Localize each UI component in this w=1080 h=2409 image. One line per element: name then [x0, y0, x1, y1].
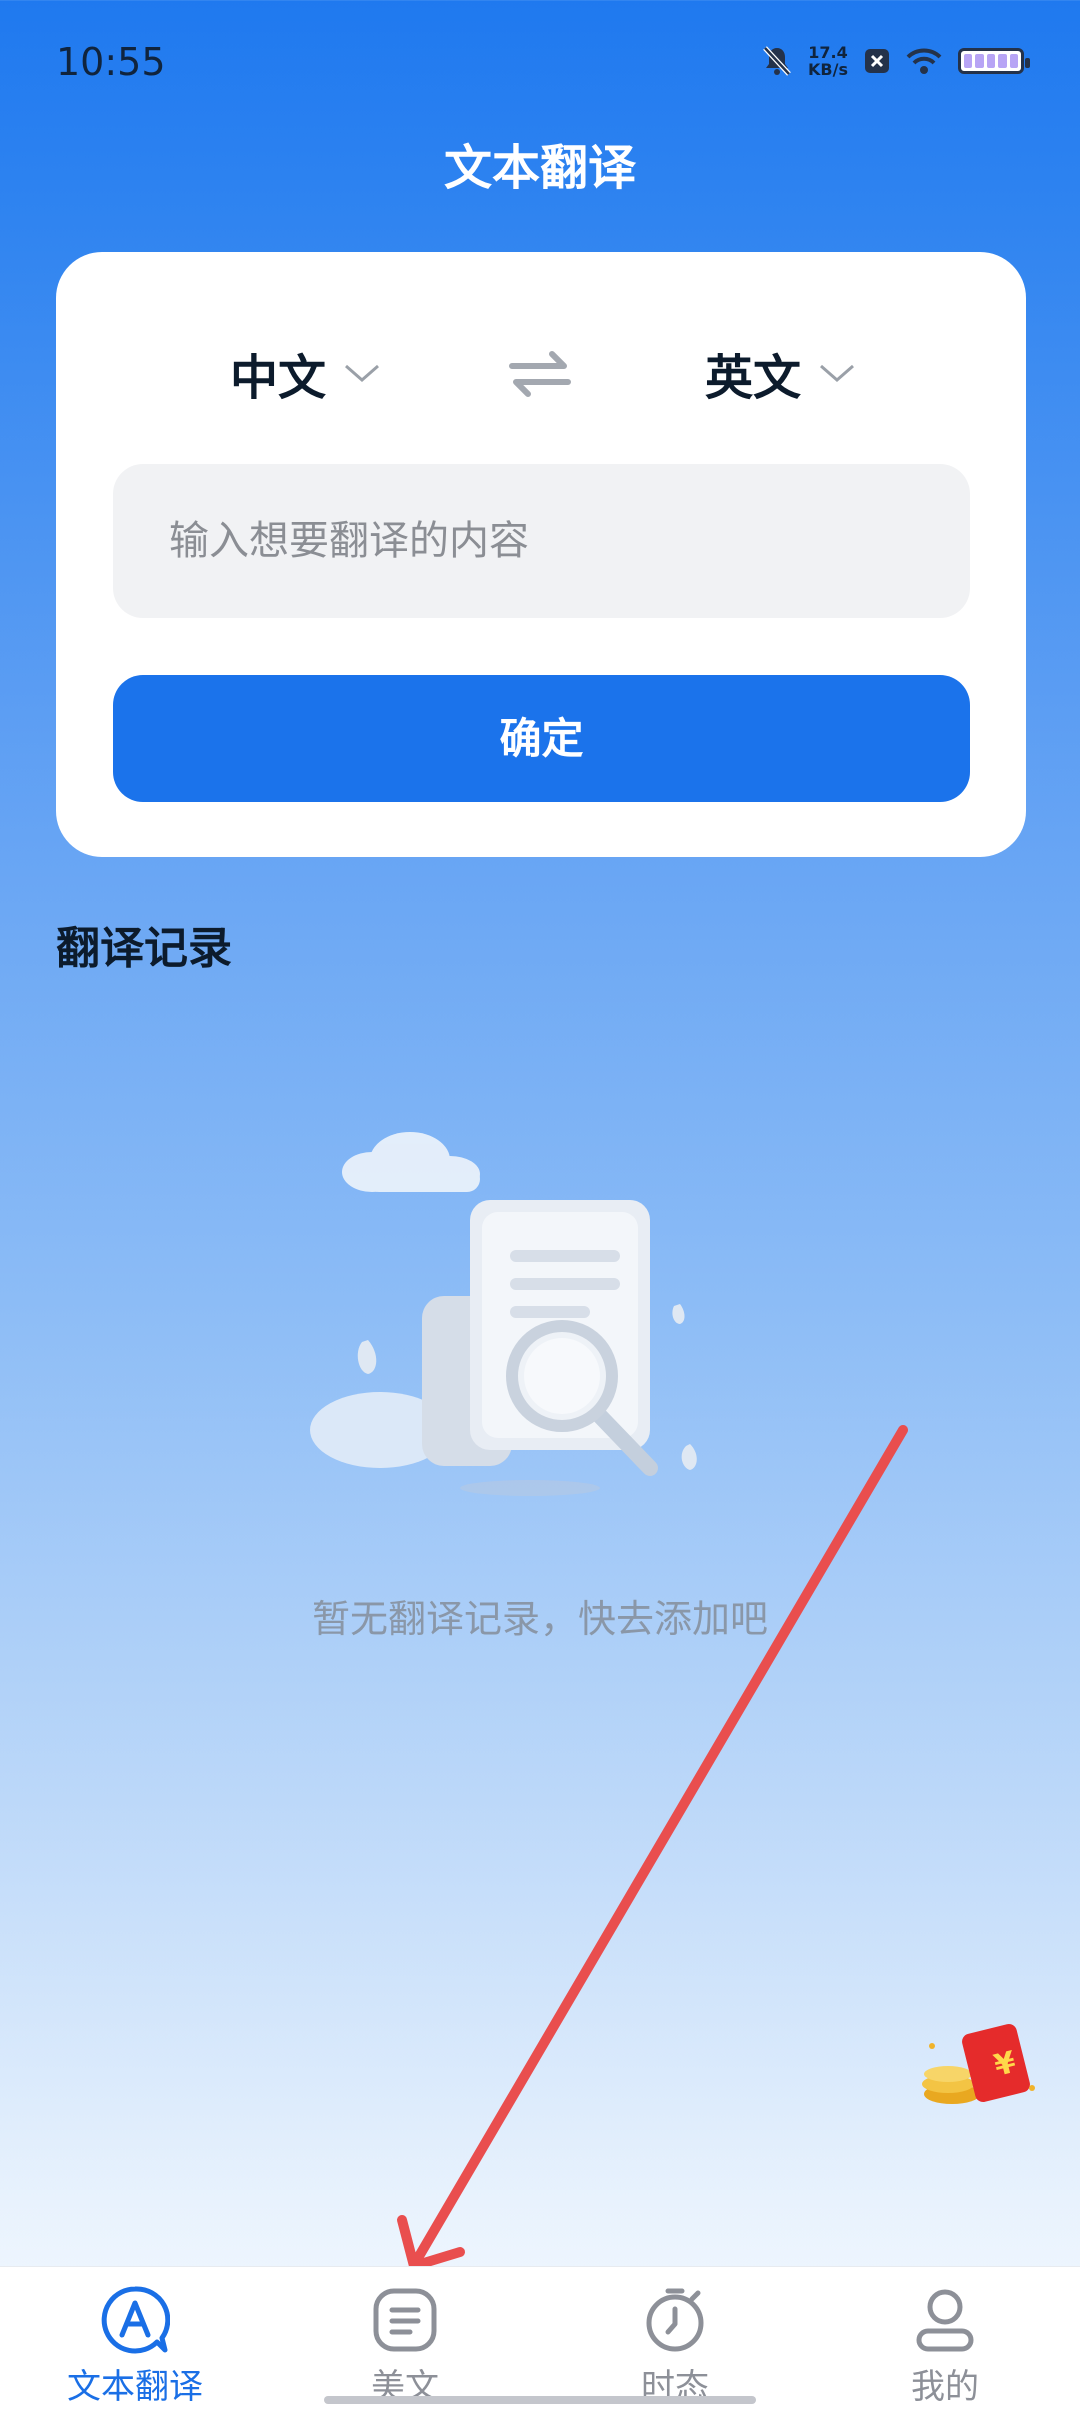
- empty-state-text: 暂无翻译记录，快去添加吧: [311, 1597, 768, 1641]
- translate-icon: [101, 2286, 170, 2354]
- mute-bell-icon: [763, 46, 791, 76]
- wifi-icon: [906, 48, 942, 74]
- tab-label: 文本翻译: [67, 2367, 203, 2407]
- chevron-down-icon: [820, 364, 855, 382]
- tab-tenses[interactable]: 时态: [540, 2267, 810, 2409]
- home-indicator[interactable]: [324, 2396, 756, 2404]
- app-notification-icon: [865, 49, 889, 73]
- source-language-label: 中文: [230, 350, 327, 406]
- swap-languages-icon[interactable]: [508, 348, 572, 398]
- confirm-button[interactable]: 确定: [113, 675, 970, 802]
- net-speed: 17.4 KB/s: [808, 44, 848, 78]
- empty-state-illustration: [310, 1132, 697, 1496]
- page-title: 文本翻译: [443, 140, 636, 196]
- history-title: 翻译记录: [56, 923, 232, 974]
- battery-icon: [958, 48, 1030, 74]
- translate-input[interactable]: [113, 464, 970, 618]
- tab-text-translate[interactable]: 文本翻译: [0, 2267, 270, 2409]
- article-icon: [373, 2288, 437, 2352]
- net-speed-unit: KB/s: [808, 60, 848, 79]
- source-language-selector[interactable]: 中文: [230, 338, 380, 408]
- tab-profile[interactable]: 我的: [810, 2267, 1080, 2409]
- status-icons: 17.4 KB/s: [762, 44, 1030, 78]
- status-bar: 10:55 17.4 KB/s: [0, 0, 1080, 120]
- chevron-down-icon: [345, 364, 380, 382]
- net-speed-value: 17.4: [808, 43, 848, 62]
- red-envelope-icon[interactable]: ¥: [918, 2016, 1042, 2116]
- tab-label: 我的: [911, 2367, 979, 2407]
- status-time: 10:55: [56, 40, 166, 84]
- stopwatch-icon: [646, 2288, 704, 2352]
- tab-articles[interactable]: 美文: [270, 2267, 540, 2409]
- target-language-label: 英文: [705, 350, 802, 406]
- target-language-selector[interactable]: 英文: [705, 338, 855, 408]
- bottom-tab-bar: 文本翻译 美文 时态 我的: [0, 2266, 1080, 2409]
- profile-icon: [916, 2289, 974, 2352]
